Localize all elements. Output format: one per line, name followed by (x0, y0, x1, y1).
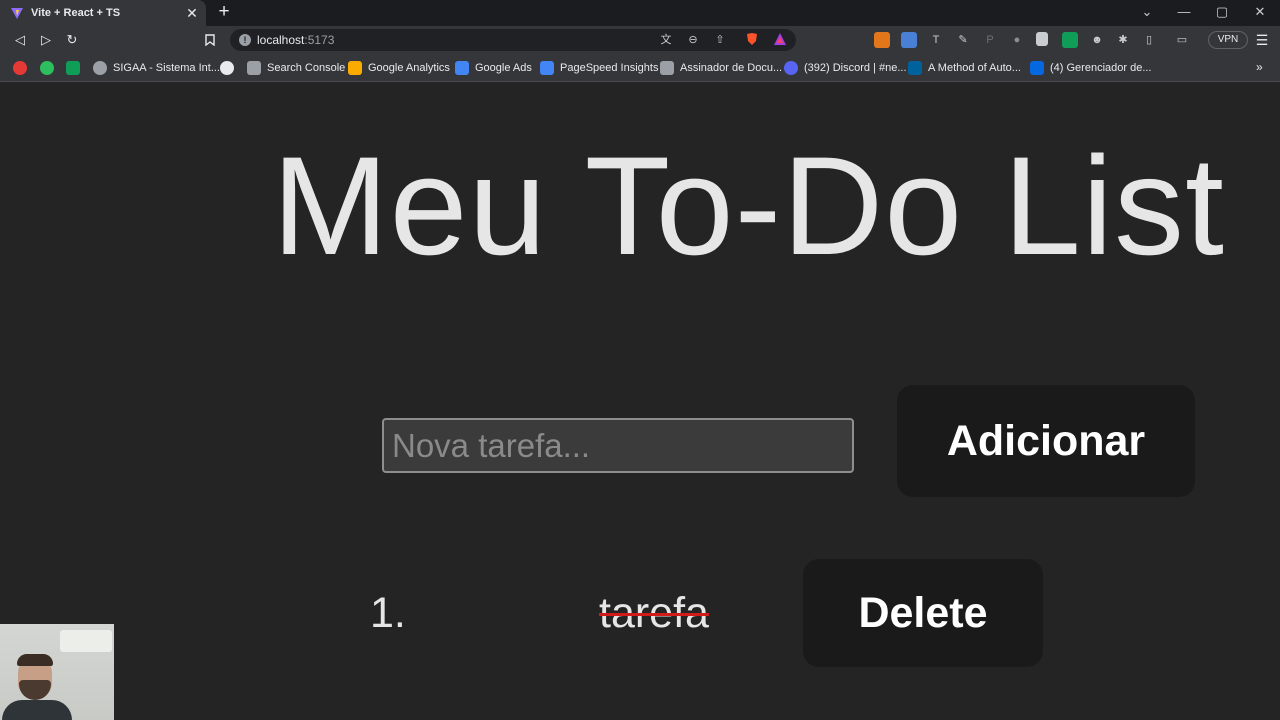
bookmark-label: Search Console (267, 62, 346, 74)
reload-button[interactable]: ↻ (62, 30, 82, 50)
bookmark-item[interactable]: Google Ads (455, 60, 532, 76)
add-task-button[interactable]: Adicionar (897, 385, 1195, 497)
webcam-person-beard (19, 680, 51, 700)
bookmark-page-icon[interactable] (200, 30, 220, 50)
pen-ext-icon[interactable]: ✎ (955, 32, 971, 48)
bookmark-label: SIGAA - Sistema Int... (113, 62, 220, 74)
bookmark-item[interactable]: (4) Gerenciador de... (1030, 60, 1152, 76)
sidebar-icon[interactable]: ▯ (1141, 32, 1157, 48)
bookmark-item[interactable]: (392) Discord | #ne... (784, 60, 907, 76)
bookmarks-overflow-icon[interactable]: » (1256, 60, 1263, 74)
extensions-icon[interactable]: ✱ (1115, 32, 1131, 48)
webcam-overlay (0, 624, 114, 720)
bookmark-label: (392) Discord | #ne... (804, 62, 907, 74)
bookmark-label: PageSpeed Insights (560, 62, 659, 74)
vpn-button[interactable]: VPN (1208, 31, 1248, 49)
ads-icon (455, 61, 469, 75)
bookmark-item[interactable]: SIGAA - Sistema Int... (93, 60, 220, 76)
brave-shields-icon[interactable] (744, 32, 760, 48)
url-port: :5173 (304, 33, 335, 47)
globe-icon (93, 61, 107, 75)
sheets-icon (66, 61, 80, 75)
metamask-icon[interactable] (874, 32, 890, 48)
page-title: Meu To-Do List (272, 127, 1225, 284)
url-host: localhost (257, 33, 305, 47)
tab-close-icon[interactable]: ✕ (182, 6, 202, 20)
bookmark-item[interactable]: A Method of Auto... (908, 60, 1021, 76)
bookmark-item[interactable] (66, 60, 86, 76)
tab-active[interactable]: Vite + React + TS ✕ (0, 0, 206, 26)
forward-button[interactable]: ▷ (36, 30, 56, 50)
sheets-ext-icon[interactable] (1062, 32, 1078, 48)
webcam-person-body (2, 700, 72, 720)
p-ext-icon[interactable]: P (982, 32, 998, 48)
bookmarks-bar: SIGAA - Sistema Int... Search Console Go… (0, 54, 1280, 82)
bookmark-item[interactable]: PageSpeed Insights (540, 60, 658, 76)
share-icon[interactable]: ⇧ (712, 32, 728, 48)
webcam-background (60, 630, 112, 652)
pagespeed-icon (540, 61, 554, 75)
bookmark-item[interactable] (13, 60, 33, 76)
todo-text[interactable]: tarefa (599, 589, 709, 638)
bookmark-item[interactable]: Google Analytics (348, 60, 450, 76)
meta-icon (1030, 61, 1044, 75)
browser-toolbar: ◁ ▷ ↻ ! localhost:5173 文 ⊖ ⇧ T ✎ P ● ☻ ✱… (0, 26, 1280, 54)
new-tab-button[interactable]: + (214, 2, 234, 22)
drop-ext-icon[interactable]: ● (1009, 32, 1025, 48)
tab-title: Vite + React + TS (31, 7, 121, 19)
browser-menu-icon[interactable]: ☰ (1254, 30, 1270, 50)
vite-icon (11, 8, 23, 19)
brave-rewards-icon[interactable] (772, 32, 788, 48)
bookmark-label: A Method of Auto... (928, 62, 1021, 74)
webcam-person-hair (17, 654, 53, 666)
new-task-input[interactable] (382, 418, 854, 473)
discord-ext-icon[interactable]: ☻ (1089, 32, 1105, 48)
discord-icon (784, 61, 798, 75)
bookmark-label: Google Ads (475, 62, 532, 74)
translate-icon[interactable]: 文 (658, 32, 674, 48)
google-translate-ext-icon[interactable] (901, 32, 917, 48)
bookmark-item[interactable]: Search Console (247, 60, 345, 76)
evernote-icon (40, 61, 54, 75)
back-button[interactable]: ◁ (10, 30, 30, 50)
text-ext-icon[interactable]: T (928, 32, 944, 48)
analytics-icon (348, 61, 362, 75)
address-bar[interactable]: ! localhost:5173 文 ⊖ ⇧ (230, 29, 796, 51)
doc-ext-icon[interactable] (1036, 32, 1048, 46)
zoom-icon[interactable]: ⊖ (685, 32, 701, 48)
delete-task-button[interactable]: Delete (803, 559, 1043, 667)
todo-number: 1. (370, 589, 406, 637)
youtube-icon (13, 61, 27, 75)
bookmark-item[interactable] (40, 60, 60, 76)
url-text: localhost:5173 (257, 33, 334, 47)
site-info-icon[interactable]: ! (239, 34, 251, 46)
signer-icon (660, 61, 674, 75)
bookmark-label: Google Analytics (368, 62, 450, 74)
app-root: Meu To-Do List Adicionar 1. tarefa Delet… (0, 83, 1280, 720)
bookmark-item[interactable]: Assinador de Docu... (660, 60, 782, 76)
tab-strip: Vite + React + TS ✕ + ⌄ — ▢ ✕ (0, 0, 1280, 26)
close-window-button[interactable]: ✕ (1250, 3, 1270, 21)
bookmark-item[interactable] (220, 60, 240, 76)
search-console-icon (247, 61, 261, 75)
bookmark-label: Assinador de Docu... (680, 62, 783, 74)
github-icon (220, 61, 234, 75)
wallet-icon[interactable]: ▭ (1174, 32, 1190, 48)
tab-search-icon[interactable]: ⌄ (1137, 3, 1157, 21)
bookmark-label: (4) Gerenciador de... (1050, 62, 1152, 74)
minimize-button[interactable]: — (1174, 3, 1194, 21)
todo-list: 1. tarefa Delete (370, 559, 1050, 669)
ieee-icon (908, 61, 922, 75)
maximize-button[interactable]: ▢ (1212, 3, 1232, 21)
